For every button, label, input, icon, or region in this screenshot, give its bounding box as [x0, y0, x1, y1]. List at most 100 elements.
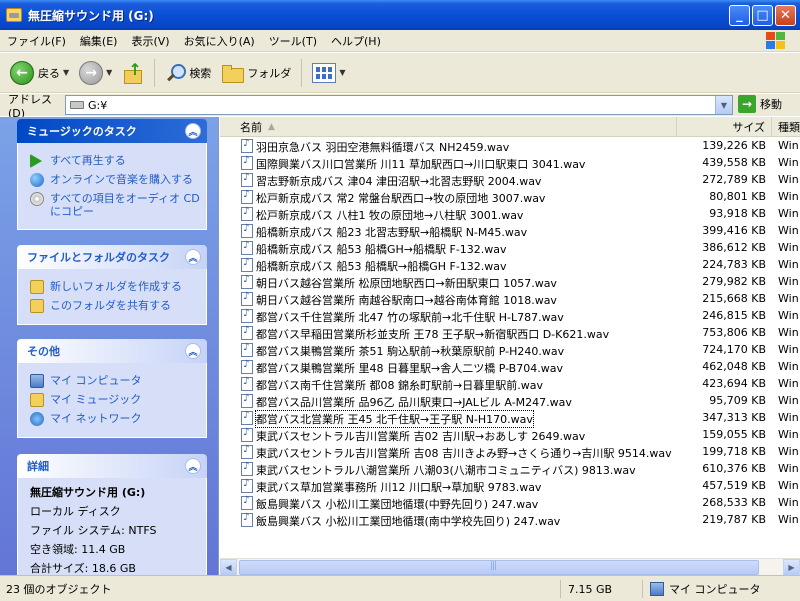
back-button[interactable]: ← 戻る ▼	[10, 60, 69, 85]
column-header-type[interactable]: 種類	[772, 117, 800, 137]
file-name: 東武バスセントラル吉川営業所 吉08 吉川きよみ野→さくら通り→吉川駅 9514…	[256, 447, 672, 460]
status-location: マイ コンピュータ	[650, 576, 761, 601]
file-row[interactable]: 東武バスセントラル吉川営業所 吉08 吉川きよみ野→さくら通り→吉川駅 9514…	[220, 444, 800, 461]
go-arrow-icon: →	[738, 95, 756, 113]
file-row[interactable]: 都営バス南千住営業所 都08 錦糸町駅前→日暮里駅前.wav 423,694 KB…	[220, 376, 800, 393]
file-row[interactable]: 都営バス早稲田営業所杉並支所 王78 王子駅→新宿駅西口 D-K621.wav 7…	[220, 325, 800, 342]
place-label: マイ ミュージック	[50, 393, 142, 406]
file-row[interactable]: 都営バス北営業所 王45 北千住駅→王子駅 N-H170.wav 347,313 …	[220, 410, 800, 428]
chevron-down-icon[interactable]: ▼	[339, 68, 345, 77]
views-button[interactable]: ▼	[312, 62, 345, 83]
file-row[interactable]: 東武バス草加営業事務所 川12 川口駅→草加駅 9783.wav 457,519 …	[220, 478, 800, 495]
menu-file[interactable]: ファイル(F)	[0, 33, 73, 49]
task-play-all[interactable]: すべて再生する	[30, 154, 206, 168]
file-size: 399,416 KB	[702, 224, 766, 237]
file-name: 都営バス南千住営業所 都08 錦糸町駅前→日暮里駅前.wav	[256, 379, 543, 392]
collapse-icon[interactable]: ︽	[185, 249, 201, 265]
scroll-track[interactable]	[237, 559, 783, 576]
other-places-body: マイ コンピュータ マイ ミュージック マイ ネットワーク	[17, 363, 207, 438]
file-row[interactable]: 都営バス巣鴨営業所 里48 日暮里駅→舎人二ツ橋 P-B704.wav 462,0…	[220, 359, 800, 376]
file-row[interactable]: 飯島興業バス 小松川工業団地循環(中野先回り) 247.wav 268,533 K…	[220, 495, 800, 512]
file-row[interactable]: 船橋新京成バス 船53 船橋駅→船橋GH F-132.wav 224,783 KB…	[220, 257, 800, 274]
file-type: Win	[778, 292, 799, 305]
file-row[interactable]: 東武バスセントラル八潮営業所 八潮03(八潮市コミュニティバス) 9813.wa…	[220, 461, 800, 478]
file-row[interactable]: 都営バス千住営業所 北47 竹の塚駅前→北千住駅 H-L787.wav 246,8…	[220, 308, 800, 325]
chevron-down-icon[interactable]: ▼	[106, 68, 112, 77]
file-type: Win	[778, 190, 799, 203]
file-row[interactable]: 朝日バス越谷営業所 南越谷駅南口→越谷南体育館 1018.wav 215,668 …	[220, 291, 800, 308]
details-title: 詳細	[27, 460, 49, 473]
file-row[interactable]: 習志野新京成バス 津04 津田沼駅→北習志野駅 2004.wav 272,789 …	[220, 172, 800, 189]
search-icon	[165, 63, 187, 83]
place-my-computer[interactable]: マイ コンピュータ	[30, 374, 206, 388]
file-row[interactable]: 松戸新京成バス 八柱1 牧の原団地→八柱駅 3001.wav 93,918 KB W…	[220, 206, 800, 223]
file-row[interactable]: 国際興業バス川口営業所 川11 草加駅西口→川口駅東口 3041.wav 439,…	[220, 155, 800, 172]
menu-favorites[interactable]: お気に入り(A)	[177, 33, 262, 49]
file-name: 東武バスセントラル吉川営業所 吉02 吉川駅→おあしす 2649.wav	[256, 430, 586, 443]
scroll-left-icon[interactable]: ◀	[220, 558, 237, 575]
file-tasks-header[interactable]: ファイルとフォルダのタスク ︽	[17, 245, 207, 269]
place-my-network[interactable]: マイ ネットワーク	[30, 412, 206, 426]
details-header[interactable]: 詳細 ︽	[17, 454, 207, 478]
task-buy-music[interactable]: オンラインで音楽を購入する	[30, 173, 206, 187]
column-header-name[interactable]: 名前 ▲	[220, 117, 677, 137]
collapse-icon[interactable]: ︽	[185, 123, 201, 139]
file-row[interactable]: 東武バスセントラル吉川営業所 吉02 吉川駅→おあしす 2649.wav 159,…	[220, 427, 800, 444]
file-name: 船橋新京成バス 船53 船橋GH→船橋駅 F-132.wav	[256, 243, 507, 256]
task-share-folder[interactable]: このフォルダを共有する	[30, 299, 206, 313]
task-copy-to-cd[interactable]: すべての項目をオーディオ CD にコピー	[30, 192, 206, 218]
music-folder-icon	[30, 393, 44, 407]
menu-help[interactable]: ヘルプ(H)	[324, 33, 388, 49]
place-label: マイ ネットワーク	[50, 412, 142, 425]
file-size: 457,519 KB	[702, 479, 766, 492]
scroll-thumb[interactable]	[239, 559, 759, 575]
file-type: Win	[778, 241, 799, 254]
file-name: 習志野新京成バス 津04 津田沼駅→北習志野駅 2004.wav	[256, 175, 542, 188]
place-my-music[interactable]: マイ ミュージック	[30, 393, 206, 407]
title-bar[interactable]: 無圧縮サウンド用 (G:) _ □ ✕	[0, 0, 800, 30]
file-size: 279,982 KB	[702, 275, 766, 288]
close-button[interactable]: ✕	[775, 5, 796, 26]
folders-button[interactable]: フォルダ	[221, 64, 291, 83]
search-button[interactable]: 検索	[165, 63, 211, 83]
menu-edit[interactable]: 編集(E)	[73, 33, 125, 49]
go-label: 移動	[760, 98, 782, 111]
task-label: オンラインで音楽を購入する	[50, 173, 193, 186]
file-type: Win	[778, 479, 799, 492]
maximize-button[interactable]: □	[752, 5, 773, 26]
up-button[interactable]	[122, 60, 144, 84]
collapse-icon[interactable]: ︽	[185, 343, 201, 359]
file-row[interactable]: 飯島興業バス 小松川工業団地循環(南中学校先回り) 247.wav 219,787…	[220, 512, 800, 529]
chevron-down-icon[interactable]: ▼	[715, 96, 732, 114]
file-size: 724,170 KB	[702, 343, 766, 356]
file-size: 93,918 KB	[709, 207, 766, 220]
music-tasks-header[interactable]: ミュージックのタスク ︽	[17, 119, 207, 143]
file-row[interactable]: 都営バス品川営業所 品96乙 品川駅東口→JALビル A-M247.wav 95,…	[220, 393, 800, 410]
file-row[interactable]: 船橋新京成バス 船53 船橋GH→船橋駅 F-132.wav 386,612 KB…	[220, 240, 800, 257]
file-size: 139,226 KB	[702, 139, 766, 152]
file-row[interactable]: 松戸新京成バス 常2 常盤台駅西口→牧の原団地 3007.wav 80,801 K…	[220, 189, 800, 206]
wav-file-icon	[241, 478, 253, 493]
address-input[interactable]: G:¥ ▼	[65, 95, 733, 115]
task-label: すべての項目をオーディオ CD にコピー	[50, 192, 200, 218]
file-size: 224,783 KB	[702, 258, 766, 271]
task-new-folder[interactable]: 新しいフォルダを作成する	[30, 280, 206, 294]
minimize-button[interactable]: _	[729, 5, 750, 26]
menu-view[interactable]: 表示(V)	[124, 33, 176, 49]
back-arrow-icon: ←	[10, 60, 34, 85]
file-row[interactable]: 船橋新京成バス 船23 北習志野駅→船橋駅 N-M45.wav 399,416 K…	[220, 223, 800, 240]
forward-button[interactable]: → ▼	[79, 60, 112, 85]
file-row[interactable]: 都営バス巣鴨営業所 茶51 駒込駅前→秋葉原駅前 P-H240.wav 724,1…	[220, 342, 800, 359]
horizontal-scrollbar[interactable]: ◀ ▶	[220, 558, 800, 575]
other-places-header[interactable]: その他 ︽	[17, 339, 207, 363]
menu-tools[interactable]: ツール(T)	[262, 33, 324, 49]
collapse-icon[interactable]: ︽	[185, 458, 201, 474]
file-row[interactable]: 朝日バス越谷営業所 松原団地駅西口→新田駅東口 1057.wav 279,982 …	[220, 274, 800, 291]
go-button[interactable]: → 移動	[738, 95, 782, 113]
column-header-size[interactable]: サイズ	[677, 117, 772, 137]
chevron-down-icon[interactable]: ▼	[63, 68, 69, 77]
scroll-right-icon[interactable]: ▶	[783, 558, 800, 575]
file-row[interactable]: 羽田京急バス 羽田空港無料循環バス NH2459.wav 139,226 KB Wi…	[220, 138, 800, 155]
file-name: 国際興業バス川口営業所 川11 草加駅西口→川口駅東口 3041.wav	[256, 158, 586, 171]
file-type: Win	[778, 445, 799, 458]
